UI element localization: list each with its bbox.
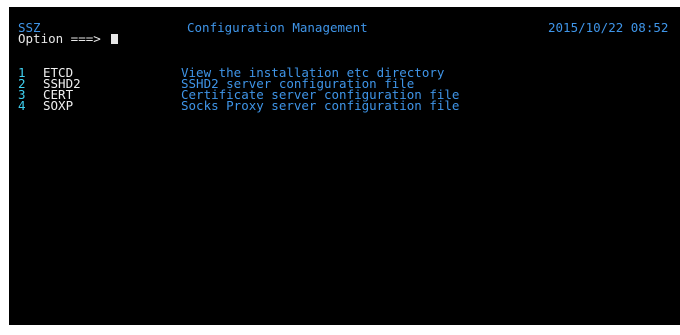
menu-item-soxp[interactable]: 4 SOXP Socks Proxy server configuration … <box>9 98 680 113</box>
datetime: 2015/10/22 08:52 <box>548 20 669 35</box>
command-line[interactable]: Option ===> <box>18 31 101 46</box>
text-cursor[interactable] <box>111 34 118 44</box>
menu-item-code: SOXP <box>43 98 74 113</box>
panel-title: Configuration Management <box>187 20 368 35</box>
terminal-screen: SSZ Configuration Management 2015/10/22 … <box>9 7 680 325</box>
menu-item-number: 4 <box>18 98 26 113</box>
option-prompt-label: Option ===> <box>18 31 101 46</box>
menu-item-description[interactable]: Socks Proxy server configuration file <box>181 99 459 112</box>
